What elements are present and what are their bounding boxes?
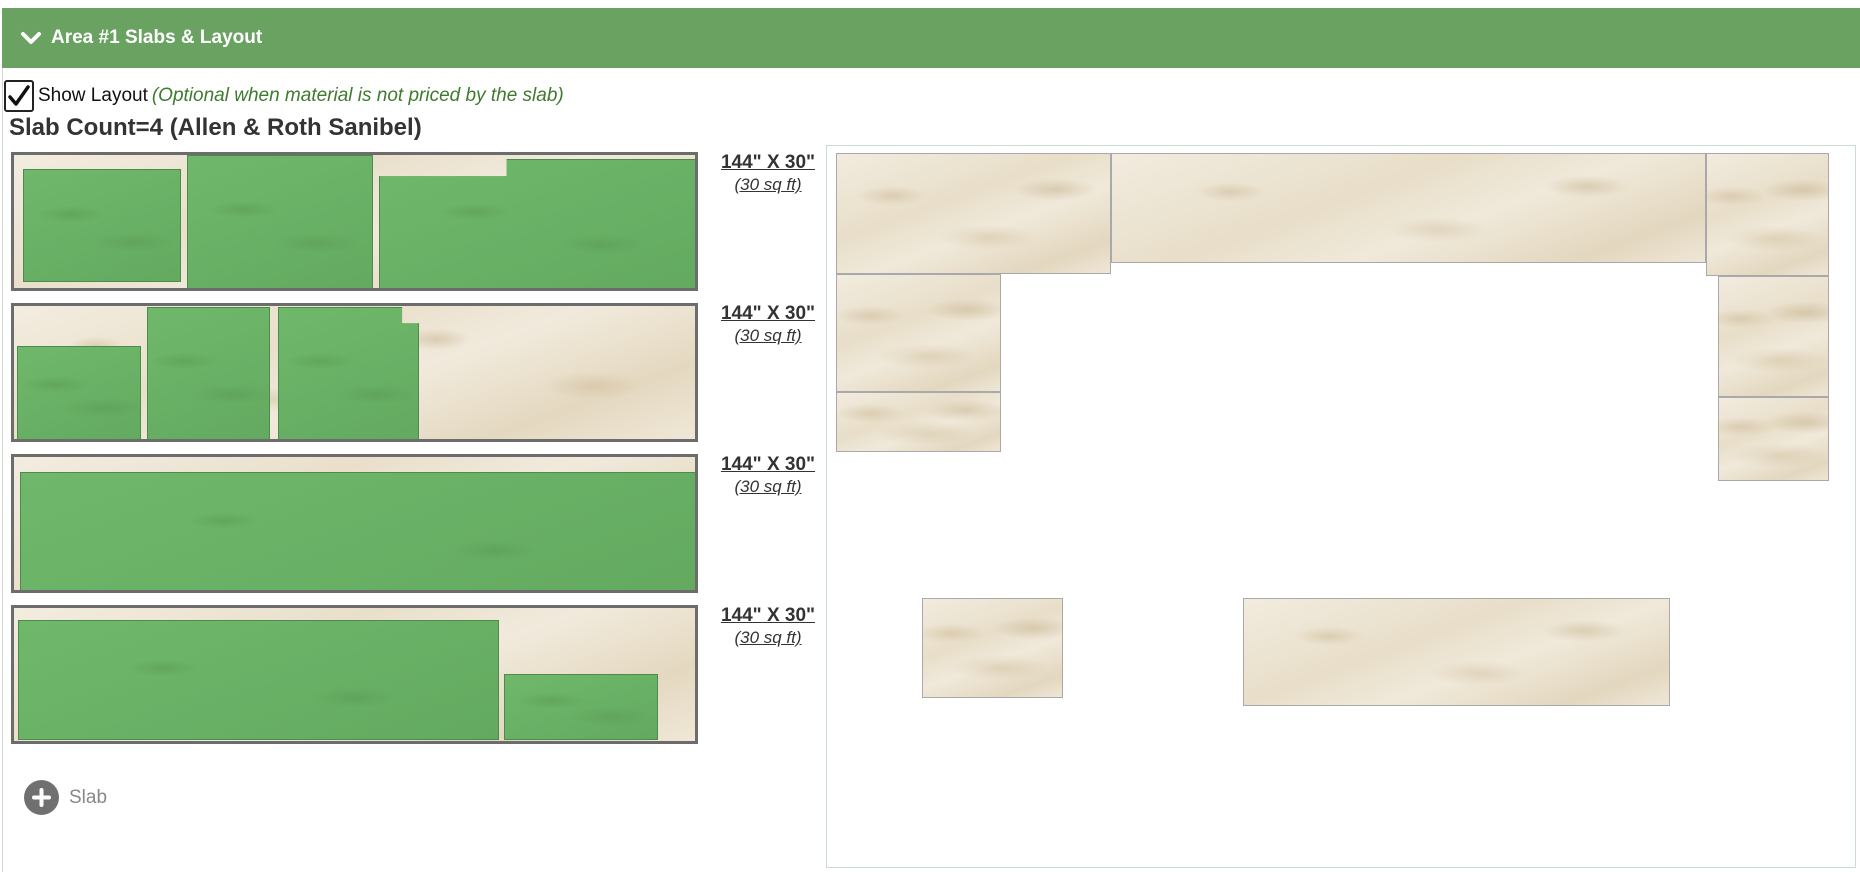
slab-2-piece-2[interactable] [147,307,270,439]
slab-1-piece-1[interactable] [23,169,181,282]
countertop-layout-canvas [826,145,1856,868]
area-section-title: Area #1 Slabs & Layout [51,27,263,48]
slab-2-piece-3[interactable] [278,307,419,439]
slab-count-label: Slab Count=4 (Allen & Roth Sanibel) [9,114,422,141]
layout-piece-left-lower[interactable] [836,392,1001,452]
slab-1-dimensions: 144" X 30" (30 sq ft) [716,152,820,195]
slab-4-piece-2[interactable] [504,674,658,740]
show-layout-label[interactable]: Show Layout [38,85,148,107]
slab-3-size[interactable]: 144" X 30" [716,454,820,476]
add-slab-label: Slab [69,786,108,808]
show-layout-row: Show Layout (Optional when material is n… [4,78,564,114]
slab-2-dimensions: 144" X 30" (30 sq ft) [716,303,820,346]
layout-piece-left-upper[interactable] [836,274,1001,392]
layout-piece-right-upper[interactable] [1718,276,1829,397]
layout-piece-top-right[interactable] [1706,153,1829,276]
slab-1-area[interactable]: (30 sq ft) [716,175,820,195]
slab-2[interactable] [11,303,698,442]
slab-2-piece-1[interactable] [17,346,141,439]
slab-3-area[interactable]: (30 sq ft) [716,477,820,497]
area-section-header[interactable]: Area #1 Slabs & Layout [2,8,1860,68]
add-slab-button[interactable]: Slab [24,780,107,815]
layout-piece-island-large[interactable] [1243,598,1670,706]
show-layout-hint: (Optional when material is not priced by… [151,85,564,106]
slab-1[interactable] [11,152,698,291]
slab-2-size[interactable]: 144" X 30" [716,303,820,325]
slab-4-area[interactable]: (30 sq ft) [716,628,820,648]
layout-piece-top-center[interactable] [1111,153,1706,263]
layout-piece-right-lower[interactable] [1718,397,1829,481]
chevron-down-icon [21,32,41,44]
layout-piece-island-small[interactable] [922,598,1063,698]
slab-3-dimensions: 144" X 30" (30 sq ft) [716,454,820,497]
slab-1-piece-2[interactable] [187,155,373,288]
slab-1-size[interactable]: 144" X 30" [716,152,820,174]
slab-4-dimensions: 144" X 30" (30 sq ft) [716,605,820,648]
slab-3[interactable] [11,454,698,593]
plus-circle-icon [24,780,59,815]
slab-4-piece-1[interactable] [18,620,499,740]
checkmark-icon [8,85,30,106]
show-layout-checkbox[interactable] [4,80,34,112]
slab-4[interactable] [11,605,698,744]
slab-4-size[interactable]: 144" X 30" [716,605,820,627]
layout-piece-top-left[interactable] [836,153,1111,274]
slab-3-piece-1[interactable] [20,472,695,590]
slab-1-piece-3[interactable] [379,159,695,288]
slab-2-area[interactable]: (30 sq ft) [716,326,820,346]
